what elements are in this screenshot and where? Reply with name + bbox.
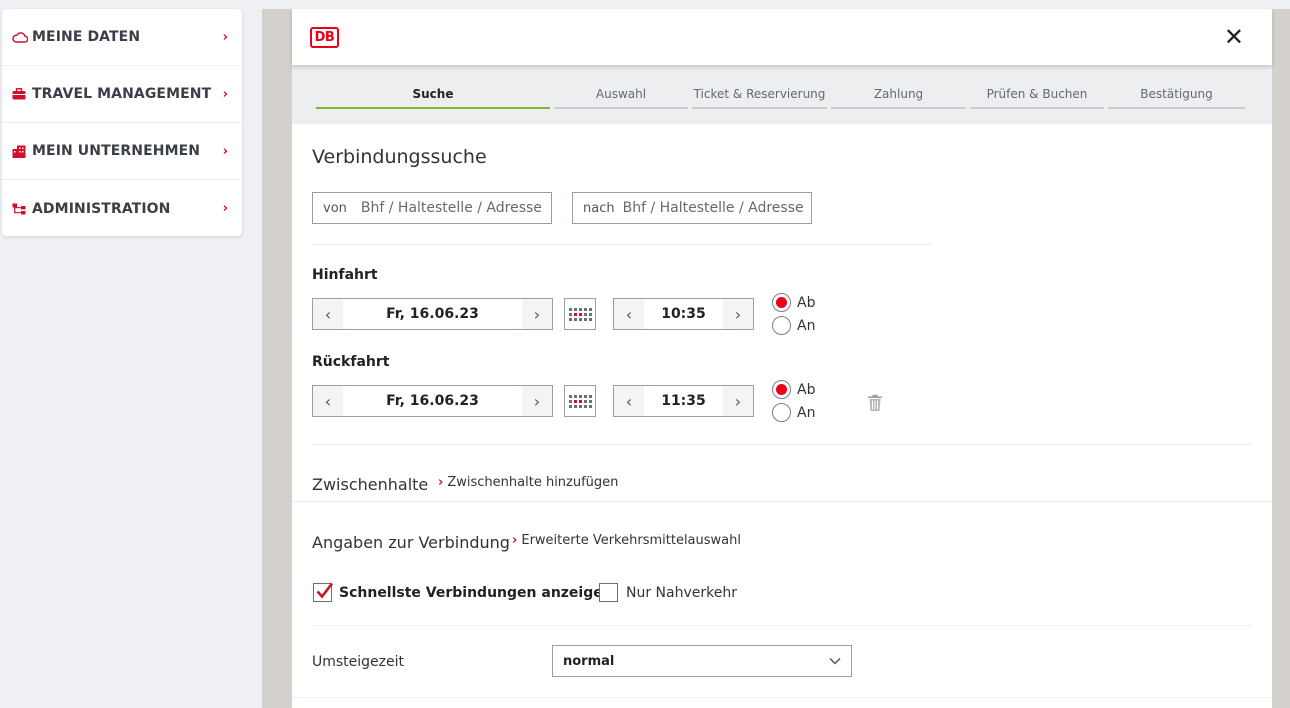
step-ticket-reservierung[interactable]: Ticket & Reservierung bbox=[692, 87, 827, 109]
divider bbox=[312, 244, 932, 245]
advanced-transport-link-label: Erweiterte Verkehrsmittelauswahl bbox=[521, 533, 741, 548]
briefcase-icon bbox=[12, 88, 32, 100]
local-transport-label: Nur Nahverkehr bbox=[626, 585, 737, 601]
cloud-icon bbox=[12, 31, 32, 43]
step-bestaetigung[interactable]: Bestätigung bbox=[1108, 87, 1245, 109]
stops-heading: Zwischenhalte bbox=[312, 475, 429, 494]
outbound-label: Hinfahrt bbox=[312, 267, 378, 283]
chevron-down-icon bbox=[829, 657, 841, 665]
from-placeholder: Bhf / Haltestelle / Adresse bbox=[360, 200, 542, 216]
radio-label: An bbox=[797, 404, 816, 421]
sidebar-item-administration[interactable]: ADMINISTRATION › bbox=[2, 180, 242, 237]
divider bbox=[292, 501, 1272, 502]
chevron-right-icon: › bbox=[222, 29, 228, 45]
fastest-connections-label: Schnellste Verbindungen anzeigen bbox=[339, 585, 613, 601]
transfer-time-value: normal bbox=[563, 653, 615, 669]
sidebar-menu: MEINE DATEN › TRAVEL MANAGEMENT › MEIN U… bbox=[2, 9, 242, 236]
sidebar-item-meine-daten[interactable]: MEINE DATEN › bbox=[2, 9, 242, 66]
time-prev-button[interactable]: ‹ bbox=[614, 299, 644, 329]
return-date-stepper: ‹ Fr, 16.06.23 › bbox=[312, 385, 553, 417]
radio-unselected bbox=[772, 316, 791, 335]
divider bbox=[312, 444, 1252, 445]
return-time-stepper: ‹ 11:35 › bbox=[613, 385, 754, 417]
divider bbox=[312, 625, 1252, 626]
from-station-input[interactable]: von Bhf / Haltestelle / Adresse bbox=[312, 192, 552, 224]
db-logo: DB bbox=[310, 26, 339, 48]
to-placeholder: Bhf / Haltestelle / Adresse bbox=[622, 200, 804, 216]
fastest-connections-checkbox[interactable] bbox=[313, 582, 334, 602]
return-time-value[interactable]: 11:35 bbox=[644, 386, 723, 416]
time-next-button[interactable]: › bbox=[723, 386, 753, 416]
checkmark-icon bbox=[316, 582, 334, 599]
add-stops-link-label: Zwischenhalte hinzufügen bbox=[447, 475, 619, 490]
trash-icon[interactable] bbox=[867, 394, 883, 412]
radio-selected bbox=[772, 293, 791, 312]
outbound-time-stepper: ‹ 10:35 › bbox=[613, 298, 754, 330]
sidebar-item-label: TRAVEL MANAGEMENT bbox=[32, 86, 212, 102]
step-suche[interactable]: Suche bbox=[316, 87, 550, 109]
advanced-transport-link[interactable]: › Erweiterte Verkehrsmittelauswahl bbox=[512, 533, 741, 548]
radio-unselected bbox=[772, 403, 791, 422]
radio-selected bbox=[772, 380, 791, 399]
local-transport-checkbox[interactable] bbox=[599, 583, 618, 602]
date-next-button[interactable]: › bbox=[522, 386, 552, 416]
building-icon bbox=[12, 145, 32, 158]
connection-heading: Angaben zur Verbindung bbox=[312, 533, 510, 552]
step-zahlung[interactable]: Zahlung bbox=[831, 87, 966, 109]
radio-label: An bbox=[797, 317, 816, 334]
sidebar-item-mein-unternehmen[interactable]: MEIN UNTERNEHMEN › bbox=[2, 123, 242, 180]
divider bbox=[292, 697, 1272, 698]
return-label: Rückfahrt bbox=[312, 354, 390, 370]
date-prev-button[interactable]: ‹ bbox=[313, 386, 343, 416]
step-pruefen-buchen[interactable]: Prüfen & Buchen bbox=[970, 87, 1104, 109]
dialog-header: DB ✕ bbox=[292, 9, 1272, 65]
sidebar-item-label: ADMINISTRATION bbox=[32, 200, 171, 217]
chevron-right-icon: › bbox=[222, 201, 228, 216]
add-stops-link[interactable]: › Zwischenhalte hinzufügen bbox=[438, 475, 618, 490]
page-title: Verbindungssuche bbox=[312, 146, 487, 168]
return-radio-an[interactable]: An bbox=[772, 403, 815, 422]
from-prefix-label: von bbox=[323, 200, 347, 216]
date-next-button[interactable]: › bbox=[522, 299, 552, 329]
close-button[interactable]: ✕ bbox=[1224, 25, 1244, 49]
calendar-icon[interactable] bbox=[564, 385, 596, 417]
time-next-button[interactable]: › bbox=[723, 299, 753, 329]
outbound-radio-an[interactable]: An bbox=[772, 316, 815, 335]
radio-label: Ab bbox=[797, 294, 816, 311]
to-prefix-label: nach bbox=[583, 200, 615, 216]
sidebar-item-travel-management[interactable]: TRAVEL MANAGEMENT › bbox=[2, 66, 242, 123]
return-radio-ab[interactable]: Ab bbox=[772, 380, 815, 399]
sidebar-item-label: MEIN UNTERNEHMEN bbox=[32, 143, 201, 159]
sidebar-item-label: MEINE DATEN bbox=[32, 29, 141, 45]
calendar-icon[interactable] bbox=[564, 298, 596, 330]
chevron-right-icon: › bbox=[222, 143, 228, 159]
booking-dialog: DB ✕ Suche Auswahl Ticket & Reservierung… bbox=[292, 9, 1272, 708]
outbound-date-stepper: ‹ Fr, 16.06.23 › bbox=[312, 298, 553, 330]
chevron-right-icon: › bbox=[438, 475, 444, 490]
date-prev-button[interactable]: ‹ bbox=[313, 299, 343, 329]
return-date-value[interactable]: Fr, 16.06.23 bbox=[343, 386, 522, 416]
radio-label: Ab bbox=[797, 381, 816, 398]
org-chart-icon bbox=[12, 203, 32, 215]
outbound-date-value[interactable]: Fr, 16.06.23 bbox=[343, 299, 522, 329]
to-station-input[interactable]: nach Bhf / Haltestelle / Adresse bbox=[572, 192, 812, 224]
chevron-right-icon: › bbox=[512, 533, 518, 548]
step-auswahl[interactable]: Auswahl bbox=[554, 87, 688, 109]
chevron-right-icon: › bbox=[222, 86, 228, 102]
transfer-time-select[interactable]: normal bbox=[552, 645, 852, 677]
outbound-radio-ab[interactable]: Ab bbox=[772, 293, 815, 312]
transfer-time-label: Umsteigezeit bbox=[312, 654, 405, 670]
outbound-time-value[interactable]: 10:35 bbox=[644, 299, 723, 329]
time-prev-button[interactable]: ‹ bbox=[614, 386, 644, 416]
progress-steps: Suche Auswahl Ticket & Reservierung Zahl… bbox=[292, 65, 1272, 124]
